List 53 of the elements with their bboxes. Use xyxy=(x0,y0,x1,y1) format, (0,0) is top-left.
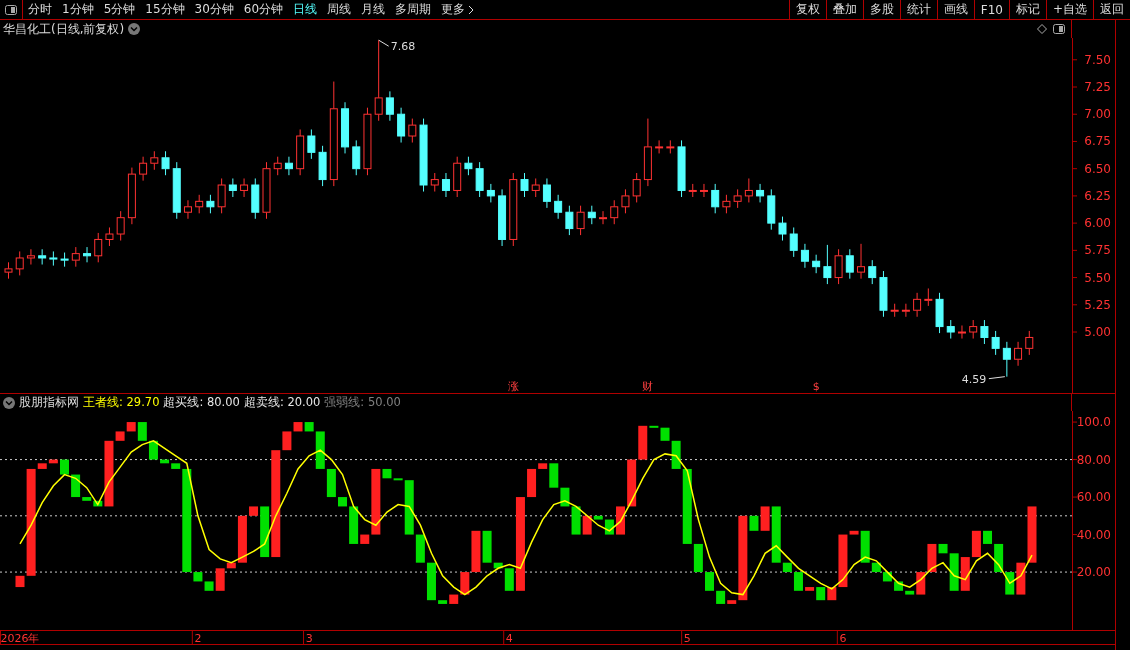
toolbar-button[interactable]: 返回 xyxy=(1093,0,1130,19)
period-tab[interactable]: 30分钟 xyxy=(189,0,239,19)
date-axis-label: 5 xyxy=(683,632,691,645)
period-tab[interactable]: 更多 xyxy=(436,0,480,19)
period-tab[interactable]: 60分钟 xyxy=(238,0,289,19)
indicator-axis-label: 60.00 xyxy=(1076,490,1111,505)
indicator-reading: 王者线: 29.70 xyxy=(83,395,160,410)
toolbar-button[interactable]: +自选 xyxy=(1045,0,1093,19)
indicator-axis-label: 20.00 xyxy=(1076,565,1111,580)
price-axis-label: 6.00 xyxy=(1084,216,1111,231)
toolbar-button[interactable]: F10 xyxy=(973,0,1009,19)
price-axis-label: 6.75 xyxy=(1084,134,1111,149)
event-marker[interactable]: $ xyxy=(812,380,820,393)
period-tab[interactable]: 多周期 xyxy=(390,0,437,19)
indicator-reading: 超卖线: 20.00 xyxy=(243,395,321,410)
date-axis-label: 4 xyxy=(505,632,513,645)
price-axis-label: 6.25 xyxy=(1084,188,1111,203)
event-marker[interactable]: 涨 xyxy=(507,380,519,393)
period-tab[interactable]: 日线 xyxy=(288,0,323,19)
toolbar-button[interactable]: 画线 xyxy=(936,0,974,19)
toolbar-button[interactable]: 复权 xyxy=(788,0,826,19)
date-axis-label: 2026年 xyxy=(0,632,40,645)
price-axis-label: 5.00 xyxy=(1084,325,1111,339)
date-axis-label: 6 xyxy=(839,632,847,645)
period-tab[interactable]: 月线 xyxy=(356,0,391,19)
indicator-reading: 超买线: 80.00 xyxy=(163,395,240,410)
date-axis-label: 2 xyxy=(194,632,202,645)
period-tab[interactable]: 周线 xyxy=(322,0,357,19)
price-axis-label: 5.50 xyxy=(1084,270,1111,285)
period-tab[interactable]: 5分钟 xyxy=(98,0,141,19)
date-axis-label: 3 xyxy=(305,632,313,645)
price-axis-label: 7.00 xyxy=(1084,107,1111,122)
toolbar-button[interactable]: 多股 xyxy=(862,0,900,19)
indicator-axis-label: 100.0 xyxy=(1076,415,1111,430)
chart-title: 华昌化工(日线,前复权) xyxy=(3,20,125,38)
indicator-reading: 强弱线: 50.00 xyxy=(324,395,401,410)
price-axis-label: 5.75 xyxy=(1084,243,1111,258)
price-axis-label: 6.50 xyxy=(1084,161,1111,176)
indicator-name: 股朋指标网 xyxy=(19,395,79,410)
toolbar-button[interactable]: 叠加 xyxy=(825,0,863,19)
price-axis-label: 5.25 xyxy=(1084,297,1111,312)
period-tab[interactable]: 分时 xyxy=(23,0,57,19)
high-price-label: 7.68 xyxy=(390,40,416,54)
low-price-label: 4.59 xyxy=(961,372,987,386)
period-tab[interactable]: 1分钟 xyxy=(57,0,99,19)
toolbar-button[interactable]: 统计 xyxy=(899,0,937,19)
indicator-axis-label: 80.00 xyxy=(1076,452,1111,467)
period-tab[interactable]: 15分钟 xyxy=(140,0,190,19)
price-axis-label: 7.25 xyxy=(1084,80,1111,94)
indicator-axis-label: 40.00 xyxy=(1076,527,1111,542)
price-axis-label: 7.50 xyxy=(1084,52,1111,67)
toolbar-button[interactable]: 标记 xyxy=(1008,0,1046,19)
event-marker[interactable]: 财 xyxy=(642,380,654,393)
